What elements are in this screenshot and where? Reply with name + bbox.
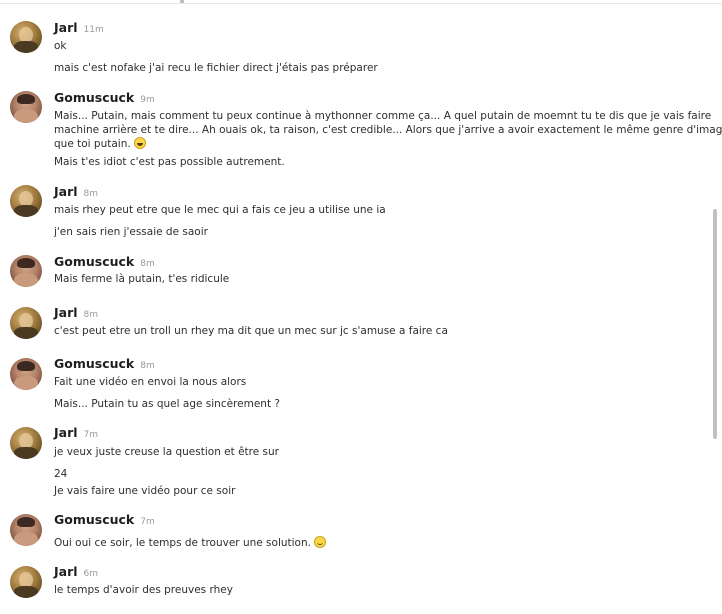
message-text: je veux juste creuse la question et être…: [54, 446, 280, 458]
slightly-smiling-face-icon: [313, 536, 326, 548]
message-text: mais rhey peut etre que le mec qui a fai…: [54, 204, 386, 216]
message-text: 24: [54, 468, 68, 480]
message-text: machine arrière et te dire... Ah ouais o…: [54, 124, 722, 136]
scrollbar-thumb[interactable]: [713, 209, 717, 439]
message-header: Gomuscuck 8m: [54, 356, 155, 372]
message-text: que toi putain.: [54, 138, 131, 150]
message-text: Mais... Putain tu as quel age sincèremen…: [54, 398, 280, 410]
timestamp: 8m: [140, 259, 155, 269]
message-text-line: Oui oui ce soir, le temps de trouver une…: [54, 536, 326, 550]
message-header: Jarl 11m: [54, 20, 104, 36]
message-header: Gomuscuck 7m: [54, 512, 155, 528]
timestamp: 8m: [83, 189, 99, 199]
grinning-squinting-face-icon: [133, 137, 146, 149]
timestamp: 8m: [83, 310, 99, 320]
username[interactable]: Gomuscuck: [54, 90, 134, 105]
message-text: Oui oui ce soir, le temps de trouver une…: [54, 537, 311, 549]
gomuscuck-avatar[interactable]: [10, 255, 42, 287]
timestamp: 6m: [83, 569, 99, 579]
message-text: mais c'est nofake j'ai recu le fichier d…: [54, 62, 378, 74]
timestamp: 7m: [83, 430, 99, 440]
message-text: Mais t'es idiot c'est pas possible autre…: [54, 156, 285, 168]
jarl-avatar[interactable]: [10, 566, 42, 598]
message-text: ok: [54, 40, 67, 52]
gomuscuck-avatar[interactable]: [10, 514, 42, 546]
message-text-line: que toi putain.: [54, 137, 146, 151]
username[interactable]: Jarl: [54, 564, 78, 579]
gomuscuck-avatar[interactable]: [10, 91, 42, 123]
message-text: le temps d'avoir des preuves rhey: [54, 584, 233, 596]
timestamp: 8m: [140, 361, 155, 371]
username[interactable]: Gomuscuck: [54, 254, 134, 269]
message-header: Jarl 8m: [54, 305, 98, 321]
username[interactable]: Gomuscuck: [54, 356, 134, 371]
message-text: c'est peut etre un troll un rhey ma dit …: [54, 325, 448, 337]
username[interactable]: Jarl: [54, 425, 78, 440]
username[interactable]: Jarl: [54, 184, 78, 199]
gomuscuck-avatar[interactable]: [10, 358, 42, 390]
top-divider: [0, 0, 722, 4]
message-header: Jarl 7m: [54, 425, 98, 441]
message-header: Gomuscuck 8m: [54, 254, 155, 270]
message-text: Mais ferme là putain, t'es ridicule: [54, 273, 230, 285]
jarl-avatar[interactable]: [10, 185, 42, 217]
timestamp: 9m: [140, 95, 155, 105]
message-header: Gomuscuck 9m: [54, 90, 155, 106]
timestamp: 7m: [140, 517, 155, 527]
username[interactable]: Jarl: [54, 20, 78, 35]
message-header: Jarl 6m: [54, 564, 98, 580]
chat-message-list: Jarl 11m ok mais c'est nofake j'ai recu …: [0, 0, 722, 614]
jarl-avatar[interactable]: [10, 427, 42, 459]
jarl-avatar[interactable]: [10, 21, 42, 53]
timestamp: 11m: [83, 25, 104, 35]
message-text: Fait une vidéo en envoi la nous alors: [54, 376, 247, 388]
message-text: Mais... Putain, mais comment tu peux con…: [54, 110, 712, 122]
message-text: Je vais faire une vidéo pour ce soir: [54, 485, 236, 497]
collapse-handle[interactable]: [180, 0, 184, 3]
username[interactable]: Gomuscuck: [54, 512, 134, 527]
message-text: j'en sais rien j'essaie de saoir: [54, 226, 208, 238]
jarl-avatar[interactable]: [10, 307, 42, 339]
username[interactable]: Jarl: [54, 305, 78, 320]
message-header: Jarl 8m: [54, 184, 98, 200]
